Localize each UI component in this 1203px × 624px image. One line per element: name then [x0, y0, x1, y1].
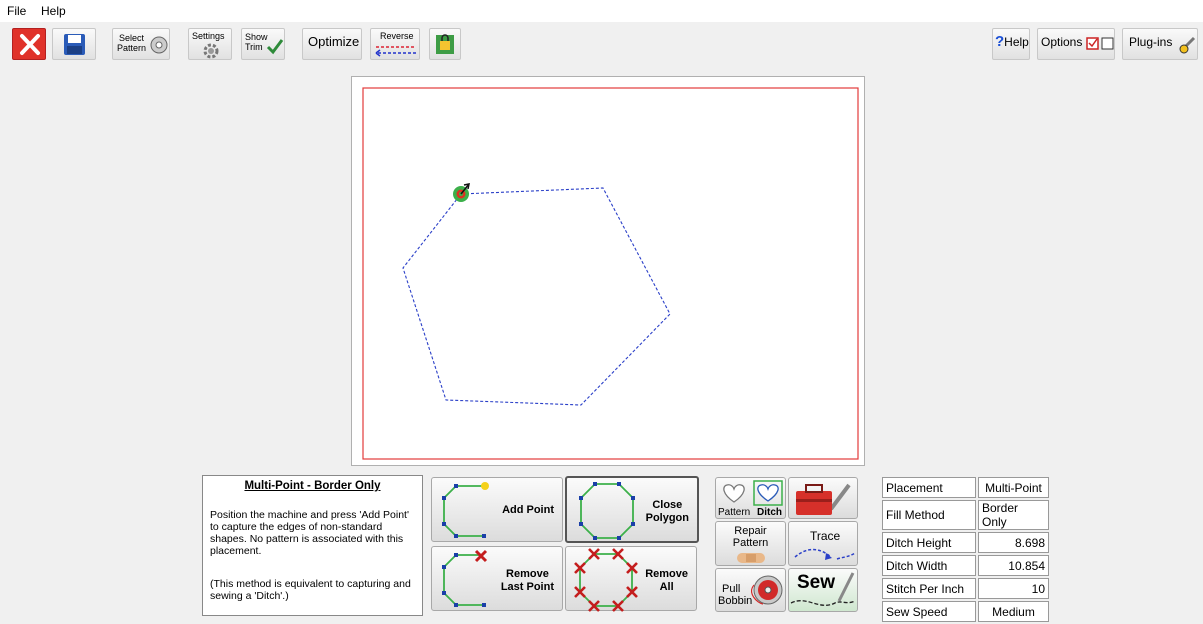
options-label: Options [1041, 35, 1083, 49]
show-trim-label: Show Trim [245, 32, 268, 52]
toolbox-icon [796, 483, 851, 515]
trace-button[interactable]: Trace [788, 521, 858, 566]
disc-icon [150, 36, 168, 54]
property-row: Sew Speed Medium [882, 601, 1049, 622]
properties-table: Placement Multi-Point Fill Method Border On… [880, 475, 1051, 624]
sewing-canvas[interactable] [351, 76, 865, 466]
property-value[interactable]: 10 [978, 578, 1049, 599]
close-polygon-icon [579, 482, 635, 540]
heart-icons [723, 480, 783, 506]
trace-label: Trace [810, 529, 841, 543]
property-key: Placement [882, 477, 976, 498]
show-trim-button[interactable]: Show Trim [241, 28, 285, 60]
settings-button[interactable]: Settings [188, 28, 232, 60]
remove-all-button[interactable]: Remove All [565, 546, 697, 612]
optimize-button[interactable]: Optimize [302, 28, 362, 60]
pull-bobbin-button[interactable]: Pull Bobbin [715, 568, 786, 612]
settings-label: Settings [192, 31, 225, 41]
toolbox-button[interactable] [788, 477, 858, 519]
remove-last-point-label: Remove Last Point [500, 568, 554, 593]
gear-icon [203, 43, 219, 59]
menu-bar: File Help [0, 0, 1203, 22]
plugins-button[interactable]: Plug-ins [1122, 28, 1198, 60]
select-pattern-button[interactable]: Select Pattern [112, 28, 170, 60]
close-icon [20, 34, 40, 55]
property-value[interactable]: 8.698 [978, 532, 1049, 553]
bobbin-icon [751, 575, 783, 605]
property-value[interactable]: Medium [978, 601, 1049, 622]
question-icon: ? [995, 33, 1005, 50]
checkbox-icons [1086, 37, 1114, 50]
property-key: Stitch Per Inch [882, 578, 976, 599]
add-point-button[interactable]: Add Point [431, 477, 563, 542]
property-row: Placement Multi-Point [882, 477, 1049, 498]
repair-pattern-button[interactable]: Repair Pattern [715, 521, 786, 566]
property-key: Fill Method [882, 500, 976, 530]
remove-last-point-icon [442, 549, 488, 607]
info-body: Position the machine and press 'Add Poin… [210, 509, 409, 557]
pattern-label: Pattern [718, 507, 751, 518]
sew-button[interactable]: Sew [788, 568, 858, 612]
property-value[interactable]: Border Only [978, 500, 1049, 530]
property-value[interactable]: 10.854 [978, 555, 1049, 576]
close-polygon-button[interactable]: Close Polygon [565, 476, 699, 543]
ditch-label: Ditch [757, 507, 782, 518]
select-pattern-label: Select Pattern [117, 33, 147, 53]
placement-info-box: Multi-Point - Border Only Position the m… [202, 475, 423, 616]
polygon-path [402, 187, 671, 406]
menu-file[interactable]: File [7, 4, 26, 18]
property-row: Ditch Height 8.698 [882, 532, 1049, 553]
needle-position-marker [453, 183, 470, 202]
remove-last-point-button[interactable]: Remove Last Point [431, 546, 563, 611]
property-key: Ditch Height [882, 532, 976, 553]
toolbar: Select Pattern Settings Show Trim Optimize… [0, 22, 1203, 66]
options-button[interactable]: Options [1037, 28, 1115, 60]
trace-path-icon [794, 548, 856, 560]
boundary-rect [362, 87, 859, 460]
reverse-arrows-icon [375, 46, 416, 57]
close-button[interactable] [12, 28, 46, 60]
lock-button[interactable] [429, 28, 461, 60]
property-key: Ditch Width [882, 555, 976, 576]
lock-icon [436, 34, 454, 54]
plugins-label: Plug-ins [1129, 35, 1173, 49]
reverse-button[interactable]: Reverse [370, 28, 420, 60]
remove-all-icon [574, 548, 638, 612]
reverse-label: Reverse [380, 31, 414, 41]
pattern-ditch-toggle[interactable]: Pattern Ditch [715, 477, 786, 519]
menu-help[interactable]: Help [41, 4, 66, 18]
save-icon [64, 34, 85, 55]
check-icon [266, 39, 284, 55]
property-row: Stitch Per Inch 10 [882, 578, 1049, 599]
canvas-drawing [362, 87, 859, 460]
plugin-icon [1179, 36, 1196, 54]
repair-pattern-label: Repair Pattern [732, 525, 769, 549]
pull-bobbin-label: Pull Bobbin [718, 583, 753, 607]
add-point-label: Add Point [502, 504, 554, 516]
optimize-label: Optimize [308, 34, 360, 49]
help-label: ?Help [995, 33, 1029, 50]
property-key: Sew Speed [882, 601, 976, 622]
help-button[interactable]: ?Help [992, 28, 1030, 60]
property-value[interactable]: Multi-Point [978, 477, 1049, 498]
add-point-icon [442, 482, 489, 538]
save-button[interactable] [52, 28, 96, 60]
property-row: Fill Method Border Only [882, 500, 1049, 530]
close-polygon-label: Close Polygon [645, 499, 689, 524]
bandage-icon [737, 553, 765, 563]
info-title: Multi-Point - Border Only [244, 480, 381, 492]
property-row: Ditch Width 10.854 [882, 555, 1049, 576]
remove-all-label: Remove All [645, 568, 688, 593]
needle-icon [790, 572, 856, 606]
info-note: (This method is equivalent to capturing … [210, 578, 411, 602]
